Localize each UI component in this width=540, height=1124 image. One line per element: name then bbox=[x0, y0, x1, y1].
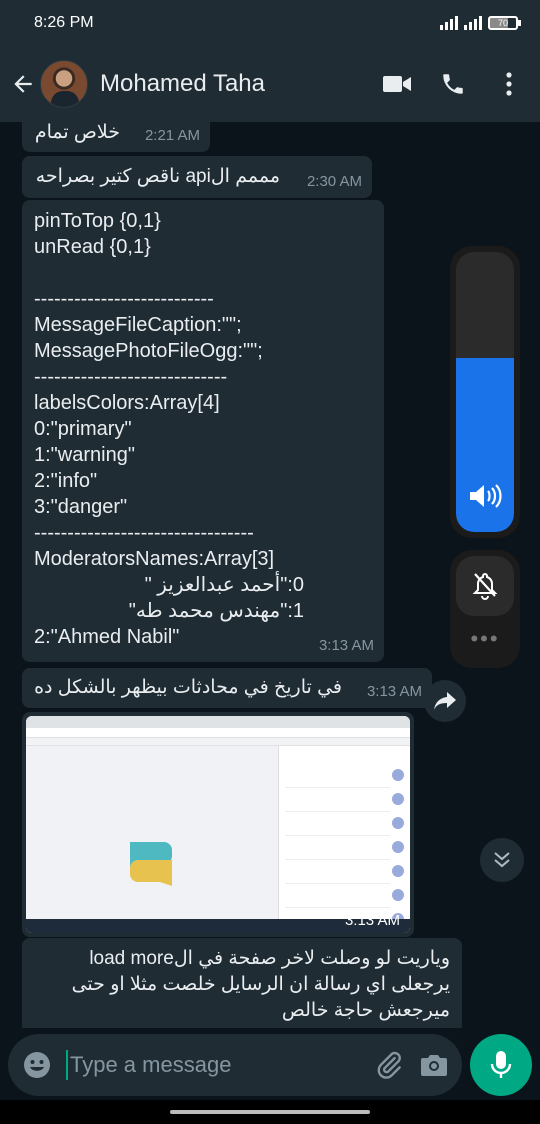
emoji-icon[interactable] bbox=[22, 1050, 52, 1080]
system-nav-bar bbox=[0, 1100, 540, 1124]
chat-header: Mohamed Taha bbox=[0, 46, 540, 122]
more-dots-icon[interactable]: ••• bbox=[456, 626, 514, 652]
message-bubble[interactable]: pinToTop {0,1} unRead {0,1} ------------… bbox=[22, 200, 384, 662]
message-line: --------------------------- bbox=[34, 288, 214, 310]
message-line bbox=[34, 260, 372, 286]
camera-icon[interactable] bbox=[420, 1049, 448, 1081]
message-time: 2:21 AM bbox=[144, 127, 200, 144]
message-line: 3:"danger" bbox=[34, 496, 128, 518]
message-line: unRead {0,1} bbox=[34, 236, 151, 258]
message-bubble[interactable]: في تاريخ في محادثات بيظهر بالشكل ده 3:13… bbox=[22, 668, 432, 708]
message-line: labelsColors:Array[4] bbox=[34, 392, 220, 414]
message-line: --------------------------------- bbox=[34, 522, 254, 544]
message-bubble[interactable]: خلاص تمام 2:21 AM bbox=[22, 122, 210, 152]
contact-name[interactable]: Mohamed Taha bbox=[100, 70, 358, 98]
signal-icon bbox=[440, 16, 458, 30]
signal-2-icon bbox=[464, 16, 482, 30]
message-line: 1:"warning" bbox=[34, 444, 135, 466]
message-composer bbox=[8, 1034, 462, 1096]
status-time: 8:26 PM bbox=[34, 14, 94, 31]
app-logo-icon bbox=[126, 838, 176, 891]
message-time: 3:13 AM bbox=[318, 637, 374, 654]
message-line: 2:"info" bbox=[34, 470, 98, 492]
voice-record-button[interactable] bbox=[470, 1034, 532, 1096]
double-chevron-down-icon bbox=[494, 852, 510, 868]
message-line: ميرجعش حاجة خالص bbox=[281, 1000, 450, 1021]
message-bubble[interactable]: مممم الapi ناقص كتير بصراحه 2:30 AM bbox=[22, 156, 372, 198]
message-bubble[interactable]: وياريت لو وصلت لاخر صفحة في الload more … bbox=[22, 938, 462, 1028]
message-line: 0:"أحمد عبدالعزيز " bbox=[144, 574, 304, 596]
message-text: خلاص تمام bbox=[34, 122, 120, 143]
status-icons: 70 bbox=[440, 16, 521, 30]
forward-button[interactable] bbox=[424, 680, 466, 722]
message-lines: pinToTop {0,1} unRead {0,1} ------------… bbox=[34, 208, 372, 650]
message-line: وياريت لو وصلت لاخر صفحة في الload more bbox=[89, 948, 450, 969]
screenshot-image[interactable] bbox=[26, 716, 410, 933]
microphone-icon bbox=[490, 1051, 512, 1078]
message-text: في تاريخ في محادثات بيظهر بالشكل ده bbox=[34, 677, 342, 698]
volume-slider[interactable] bbox=[456, 252, 514, 532]
message-line: ----------------------------- bbox=[34, 366, 228, 388]
bell-off-icon bbox=[472, 572, 498, 600]
status-bar: 8:26 PM 70 bbox=[0, 0, 540, 46]
message-text: مممم الapi ناقص كتير بصراحه bbox=[35, 166, 280, 187]
message-input[interactable] bbox=[66, 1050, 358, 1080]
message-line: MessageFileCaption:""; bbox=[34, 314, 242, 336]
message-line: 1:"مهندس محمد طه" bbox=[128, 600, 304, 622]
back-arrow-icon[interactable] bbox=[8, 69, 38, 99]
voice-call-icon[interactable] bbox=[436, 67, 470, 101]
home-gesture-bar[interactable] bbox=[170, 1110, 370, 1114]
ringer-panel[interactable]: ••• bbox=[450, 550, 520, 668]
ringer-mute-button[interactable] bbox=[456, 556, 514, 616]
message-line: MessagePhotoFileOgg:""; bbox=[34, 340, 263, 362]
message-lines: وياريت لو وصلت لاخر صفحة في الload more … bbox=[34, 946, 450, 1024]
message-line: يرجعلى اي رسالة ان الرسايل خلصت مثلا او … bbox=[71, 974, 450, 995]
more-options-icon[interactable] bbox=[492, 67, 526, 101]
message-time: 3:13 AM bbox=[366, 683, 422, 700]
battery-icon: 70 bbox=[488, 16, 521, 30]
message-time: 3:13 AM bbox=[344, 912, 400, 929]
message-line: 0:"primary" bbox=[34, 418, 132, 440]
speaker-icon bbox=[468, 483, 502, 514]
message-line: pinToTop {0,1} bbox=[34, 210, 161, 232]
volume-panel[interactable] bbox=[450, 246, 520, 538]
video-call-icon[interactable] bbox=[380, 67, 414, 101]
avatar[interactable] bbox=[40, 60, 88, 108]
scroll-to-bottom-button[interactable] bbox=[480, 838, 524, 882]
attach-icon[interactable] bbox=[374, 1049, 404, 1081]
message-time: 2:30 AM bbox=[306, 173, 362, 190]
image-message[interactable]: 3:13 AM bbox=[22, 712, 414, 937]
message-line: ModeratorsNames:Array[3] bbox=[34, 548, 275, 570]
